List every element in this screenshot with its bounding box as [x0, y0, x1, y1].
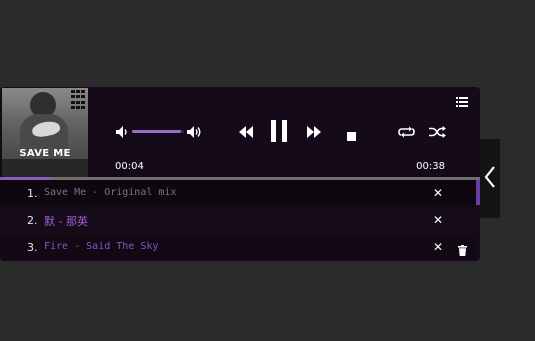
track-number: 1.: [27, 187, 38, 200]
close-icon[interactable]: ✕: [433, 213, 443, 227]
pause-icon[interactable]: [271, 120, 287, 145]
playlist: 1. Save Me - Original mix ✕ 2. 默 - 那英 ✕ …: [0, 180, 476, 261]
close-icon[interactable]: ✕: [433, 240, 443, 254]
volume-slider[interactable]: [132, 130, 184, 133]
list-item[interactable]: 3. Fire - Said The Sky ✕: [0, 234, 476, 261]
stop-icon[interactable]: [347, 128, 356, 144]
volume-level: [132, 130, 182, 133]
track-title[interactable]: Save Me - Original mix: [44, 187, 176, 198]
list-item[interactable]: 2. 默 - 那英 ✕: [0, 207, 476, 234]
playlist-icon[interactable]: [456, 97, 468, 107]
album-logo: [71, 90, 85, 110]
chevron-left-icon: [484, 165, 496, 192]
rewind-icon[interactable]: [239, 125, 253, 141]
total-time: 00:38: [416, 161, 445, 172]
volume-high-icon[interactable]: [187, 125, 201, 141]
music-player: SAVE ME 00:04 00:38 1. Save Me - Origina…: [0, 87, 480, 261]
close-icon[interactable]: ✕: [433, 186, 443, 200]
album-title: SAVE ME: [19, 148, 71, 159]
album-cover: SAVE ME: [2, 88, 88, 177]
collapse-toggle[interactable]: [480, 139, 500, 218]
track-number: 3.: [27, 241, 38, 254]
current-time: 00:04: [115, 161, 144, 172]
track-number: 2.: [27, 214, 38, 227]
volume-low-icon[interactable]: [116, 125, 130, 141]
shuffle-icon[interactable]: [429, 125, 446, 141]
trash-icon[interactable]: [458, 241, 467, 260]
list-item[interactable]: 1. Save Me - Original mix ✕: [0, 180, 476, 207]
player-controls: 00:04 00:38: [90, 87, 480, 177]
track-title[interactable]: 默 - 那英: [44, 213, 88, 229]
track-title[interactable]: Fire - Said The Sky: [44, 241, 158, 252]
repeat-icon[interactable]: [398, 125, 415, 141]
fast-forward-icon[interactable]: [307, 125, 321, 141]
